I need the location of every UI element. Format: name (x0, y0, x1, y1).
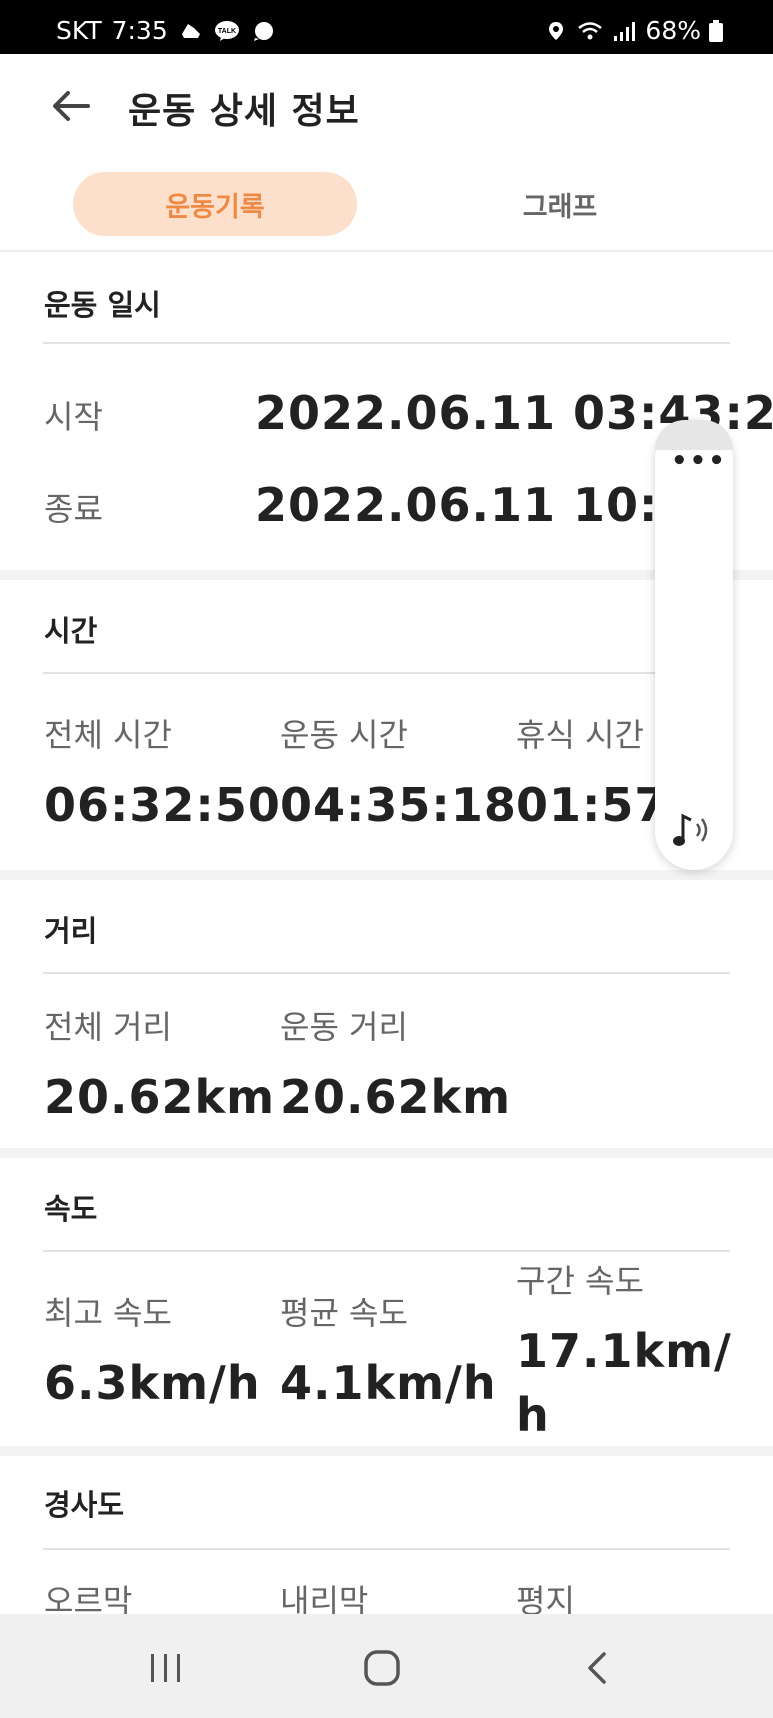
section-gap (0, 1148, 773, 1158)
status-bar-left: SKT 7:35 TALK (56, 16, 276, 45)
uphill-label: 오르막 (44, 1582, 133, 1614)
section-title: 속도 (44, 1192, 98, 1226)
section-speed: 속도 최고 속도 6.3km/h 평균 속도 4.1km/h 구간 속도 17.… (0, 1158, 773, 1456)
downhill-label: 내리막 (280, 1582, 369, 1614)
back-arrow-icon[interactable] (46, 80, 98, 132)
tab-workout-record[interactable]: 운동기록 (73, 172, 357, 236)
chat-bubble-icon (253, 21, 273, 41)
workout-time-label: 운동 시간 (280, 716, 408, 754)
carrier-label: SKT (56, 16, 102, 45)
section-gap (0, 870, 773, 880)
tab-graph[interactable]: 그래프 (418, 172, 702, 236)
status-bar-right: 68% (543, 16, 723, 45)
section-speed-value-line1: 17.1km/ (516, 1324, 732, 1378)
recent-apps-icon[interactable] (144, 1646, 188, 1690)
max-speed-label: 최고 속도 (44, 1294, 172, 1332)
avg-speed-label: 평균 속도 (280, 1294, 408, 1332)
section-title: 거리 (44, 914, 98, 948)
start-label: 시작 (44, 398, 103, 436)
more-options-icon[interactable]: ••• (671, 446, 727, 476)
section-gap (0, 1446, 773, 1456)
music-sound-icon[interactable] (669, 810, 719, 850)
flat-label: 평지 (516, 1582, 575, 1614)
total-time-value: 06:32:50 (44, 778, 281, 832)
clock: 7:35 (111, 16, 168, 45)
home-icon[interactable] (360, 1646, 404, 1690)
rest-time-label: 휴식 시간 (516, 716, 644, 754)
battery-icon (709, 19, 723, 42)
total-distance-label: 전체 거리 (44, 1008, 172, 1046)
battery-percent: 68% (645, 16, 701, 45)
divider (43, 672, 730, 674)
divider (43, 1548, 730, 1550)
kakaotalk-icon: TALK (214, 20, 239, 41)
signal-icon (614, 21, 636, 41)
shoe-icon (181, 23, 200, 38)
workout-distance-label: 운동 거리 (280, 1008, 408, 1046)
section-distance: 거리 전체 거리 20.62km 운동 거리 20.62km (0, 880, 773, 1148)
svg-text:TALK: TALK (218, 28, 236, 35)
end-label: 종료 (44, 490, 103, 528)
section-slope: 경사도 오르막 내리막 평지 (0, 1456, 773, 1614)
workout-time-value: 04:35:18 (280, 778, 517, 832)
total-time-label: 전체 시간 (44, 716, 172, 754)
max-speed-value: 6.3km/h (44, 1356, 261, 1410)
section-speed-value-line2: h (516, 1388, 550, 1442)
section-speed-label: 구간 속도 (516, 1262, 644, 1300)
total-distance-value: 20.62km (44, 1070, 276, 1124)
section-title: 운동 일시 (44, 288, 161, 322)
divider (43, 972, 730, 974)
divider (43, 1250, 730, 1252)
section-title: 시간 (44, 614, 98, 648)
status-bar: SKT 7:35 TALK 68% (0, 0, 773, 54)
tab-bar: 운동기록 그래프 (0, 154, 773, 252)
back-nav-icon[interactable] (576, 1646, 620, 1690)
page-title: 운동 상세 정보 (128, 91, 360, 132)
divider (43, 342, 730, 344)
avg-speed-value: 4.1km/h (280, 1356, 497, 1410)
app-header: 운동 상세 정보 (0, 54, 773, 154)
location-icon (549, 21, 564, 40)
system-nav-bar (0, 1614, 773, 1718)
section-title: 경사도 (44, 1488, 125, 1522)
workout-distance-value: 20.62km (280, 1070, 512, 1124)
wifi-icon (578, 21, 603, 39)
floating-media-widget[interactable]: ••• (655, 420, 733, 870)
